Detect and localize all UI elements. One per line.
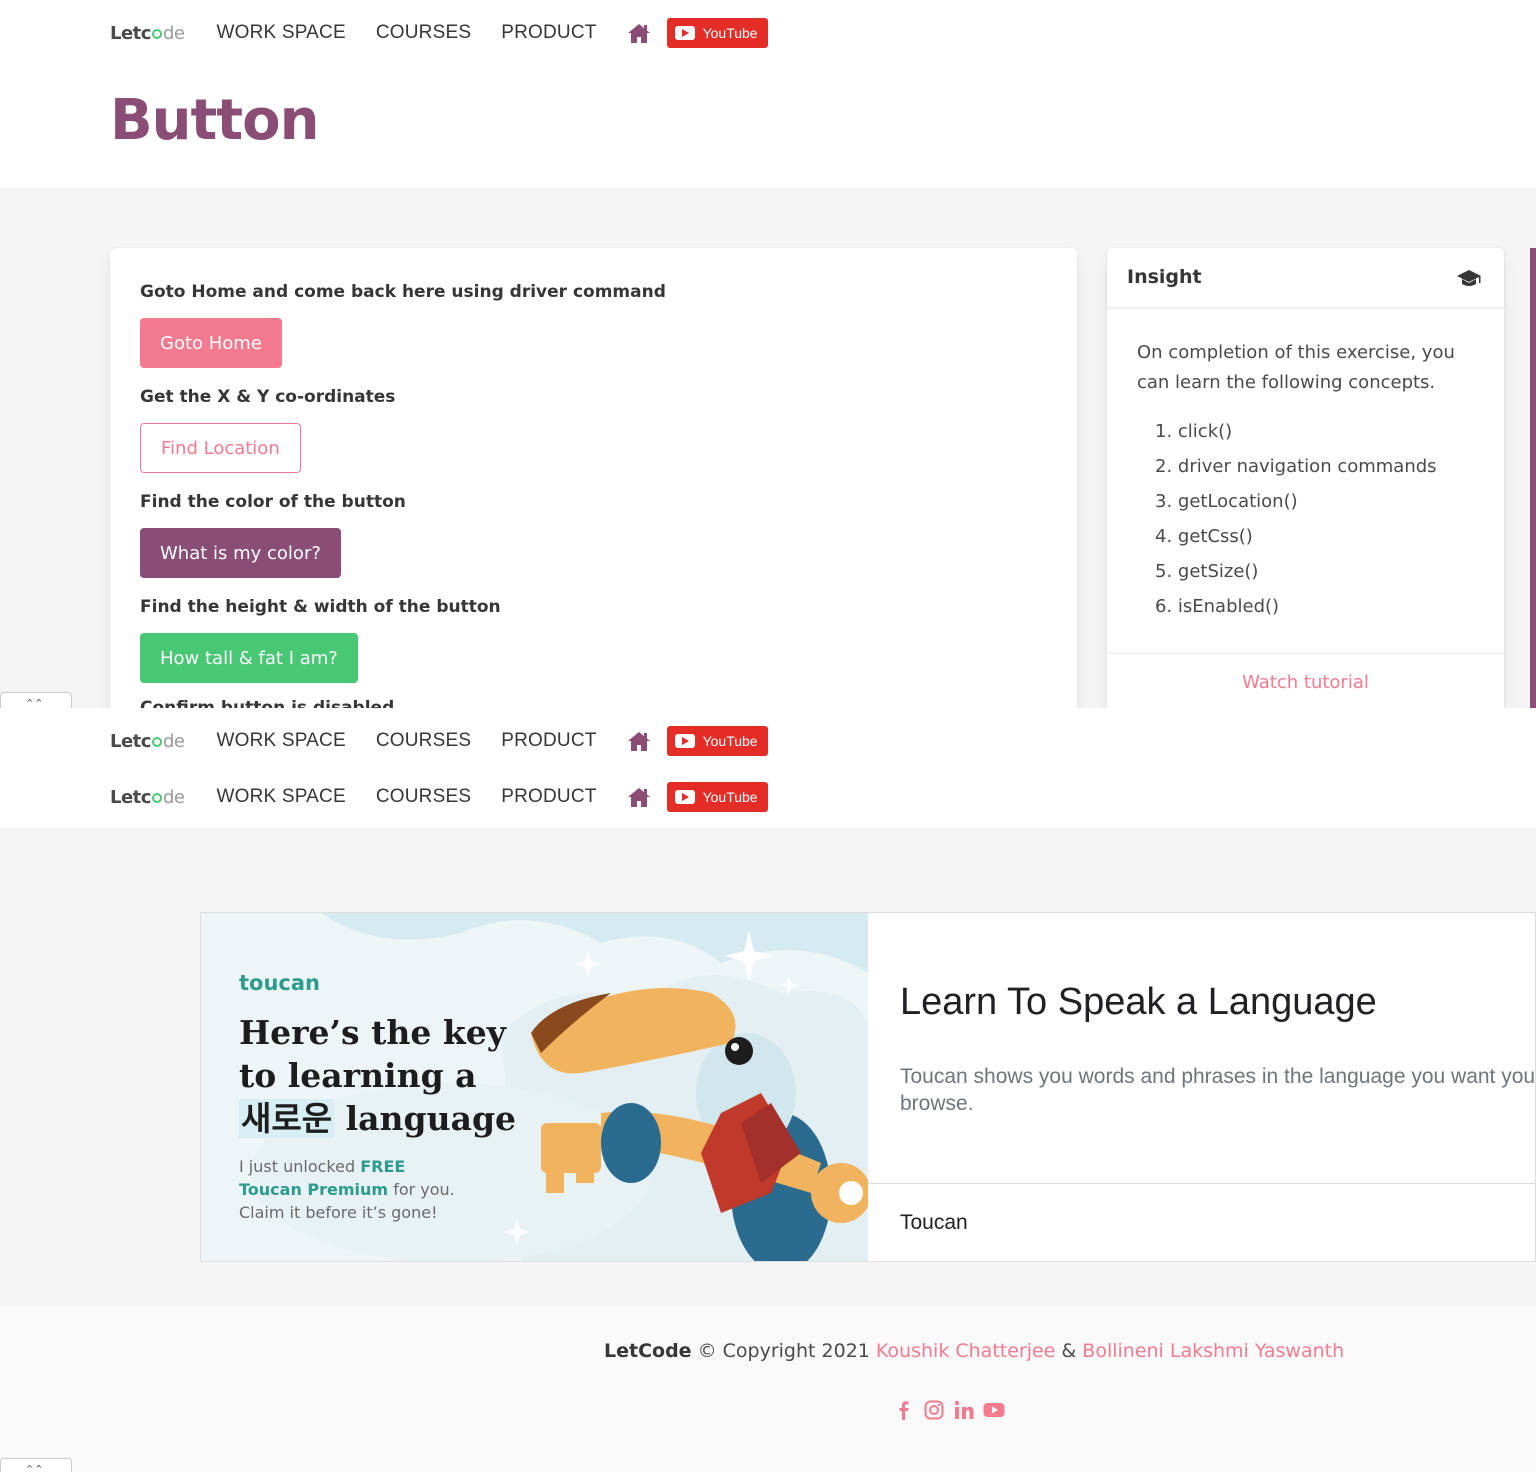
- youtube-label: YouTube: [702, 789, 758, 805]
- ad-description: Toucan shows you words and phrases in th…: [900, 1065, 1536, 1115]
- nav-courses[interactable]: COURSES: [376, 730, 471, 752]
- home-icon[interactable]: [627, 22, 651, 44]
- concept-item: 5. getSize(): [1155, 561, 1259, 582]
- concept-item: 4. getCss(): [1155, 526, 1253, 547]
- letcode-logo[interactable]: Letc de: [110, 22, 185, 44]
- home-icon[interactable]: [627, 786, 651, 808]
- ad-brand[interactable]: Toucan: [900, 1211, 968, 1235]
- logo-text-right: de: [162, 730, 185, 752]
- copyright: LetCode © Copyright 2021 Koushik Chatter…: [604, 1340, 1344, 1362]
- ad-small-2: for you.: [388, 1180, 455, 1199]
- ad-headline-line: Here’s the key: [239, 1013, 506, 1052]
- find-location-button[interactable]: Find Location: [140, 423, 301, 473]
- logo-o-mark: [151, 29, 162, 39]
- nav-product[interactable]: PRODUCT: [501, 22, 596, 44]
- ad-divider: [868, 1183, 1535, 1184]
- insight-header: Insight: [1107, 248, 1504, 308]
- insight-footer: Watch tutorial: [1107, 653, 1504, 713]
- advertisement[interactable]: toucan Here’s the key to learning a 새로운 …: [200, 912, 1536, 1262]
- insight-intro: On completion of this exercise, you can …: [1137, 342, 1455, 393]
- concept-item: 1. click(): [1155, 421, 1233, 442]
- ad-headline: Here’s the key to learning a 새로운 languag…: [239, 1011, 539, 1140]
- youtube-label: YouTube: [702, 25, 758, 41]
- nav-product[interactable]: PRODUCT: [501, 786, 596, 808]
- ad-title[interactable]: Learn To Speak a Language: [900, 981, 1377, 1024]
- toucan-logo: toucan: [239, 971, 320, 995]
- youtube-play-icon: [674, 734, 695, 748]
- letcode-logo[interactable]: Letc de: [110, 786, 185, 808]
- copyright-text: © Copyright 2021: [691, 1340, 876, 1362]
- youtube-button[interactable]: YouTube: [666, 726, 768, 756]
- page-title: Button: [110, 88, 319, 153]
- logo-text-right: de: [162, 786, 185, 808]
- nav-courses[interactable]: COURSES: [376, 786, 471, 808]
- ad-small-text: I just unlocked FREE Toucan Premium for …: [239, 1155, 479, 1224]
- home-icon[interactable]: [627, 730, 651, 752]
- navbar-3: Letc de WORK SPACE COURSES PRODUCT YouTub…: [0, 769, 1536, 825]
- nav-courses[interactable]: COURSES: [376, 22, 471, 44]
- ad-premium: Toucan Premium: [239, 1180, 389, 1199]
- youtube-label: YouTube: [702, 733, 758, 749]
- ad-text-panel: Learn To Speak a Language Toucan shows y…: [868, 913, 1536, 1261]
- chevron-up-icon: ⌃⌃: [25, 1463, 44, 1472]
- logo-text-left: Letc: [110, 786, 151, 808]
- concept-list: 1. click() 2. driver navigation commands…: [1155, 418, 1437, 628]
- logo-text-right: de: [162, 22, 185, 44]
- ad-image: toucan Here’s the key to learning a 새로운 …: [201, 913, 868, 1261]
- color-button[interactable]: What is my color?: [140, 528, 341, 578]
- insight-title: Insight: [1127, 266, 1202, 288]
- size-button[interactable]: How tall & fat I am?: [140, 633, 358, 683]
- goto-home-button[interactable]: Goto Home: [140, 318, 282, 368]
- navbar: Letc de WORK SPACE COURSES PRODUCT YouTub…: [0, 5, 1536, 61]
- facebook-icon[interactable]: [892, 1398, 916, 1422]
- ad-small-1: I just unlocked: [239, 1157, 361, 1176]
- logo-o-mark: [151, 737, 162, 747]
- graduation-cap-icon: [1457, 270, 1481, 286]
- nav-work-space[interactable]: WORK SPACE: [216, 730, 345, 752]
- youtube-icon[interactable]: [982, 1398, 1006, 1422]
- exercise-label-color: Find the color of the button: [140, 492, 406, 512]
- footer: LetCode © Copyright 2021 Koushik Chatter…: [0, 1306, 1536, 1472]
- logo-text-left: Letc: [110, 22, 151, 44]
- youtube-play-icon: [674, 790, 695, 804]
- letcode-logo[interactable]: Letc de: [110, 730, 185, 752]
- ad-headline-korean: 새로운: [239, 1099, 335, 1138]
- social-links: [892, 1398, 1012, 1422]
- linkedin-icon[interactable]: [952, 1398, 976, 1422]
- ad-free: FREE: [360, 1157, 406, 1176]
- nav-work-space[interactable]: WORK SPACE: [216, 22, 345, 44]
- nav-product[interactable]: PRODUCT: [501, 730, 596, 752]
- youtube-button[interactable]: YouTube: [666, 18, 768, 48]
- exercise-label-disabled: Confirm button is disabled: [140, 700, 394, 708]
- instagram-icon[interactable]: [922, 1398, 946, 1422]
- navbar-2: Letc de WORK SPACE COURSES PRODUCT YouTub…: [0, 713, 1536, 769]
- concept-item: 6. isEnabled(): [1155, 596, 1280, 617]
- right-edge-bar: [1530, 248, 1536, 708]
- concept-item: 3. getLocation(): [1155, 491, 1298, 512]
- logo-text-left: Letc: [110, 730, 151, 752]
- side-tab-bottom[interactable]: ⌃⌃: [0, 1458, 72, 1472]
- exercise-label-goto-home: Goto Home and come back here using drive…: [140, 282, 666, 302]
- watch-tutorial-link[interactable]: Watch tutorial: [1107, 672, 1504, 693]
- youtube-button[interactable]: YouTube: [666, 782, 768, 812]
- ad-headline-line: language: [345, 1099, 517, 1138]
- ampersand: &: [1055, 1340, 1083, 1362]
- exercise-label-size: Find the height & width of the button: [140, 597, 501, 617]
- author-link-2[interactable]: Bollineni Lakshmi Yaswanth: [1082, 1340, 1344, 1362]
- youtube-play-icon: [674, 26, 695, 40]
- ad-headline-line: to learning a: [239, 1056, 477, 1095]
- ad-small-3: Claim it before it’s gone!: [239, 1203, 438, 1222]
- nav-work-space[interactable]: WORK SPACE: [216, 786, 345, 808]
- exercise-label-coordinates: Get the X & Y co-ordinates: [140, 387, 396, 407]
- logo-o-mark: [151, 793, 162, 803]
- author-link-1[interactable]: Koushik Chatterjee: [876, 1340, 1055, 1362]
- footer-brand: LetCode: [604, 1340, 692, 1362]
- concept-item: 2. driver navigation commands: [1155, 456, 1437, 477]
